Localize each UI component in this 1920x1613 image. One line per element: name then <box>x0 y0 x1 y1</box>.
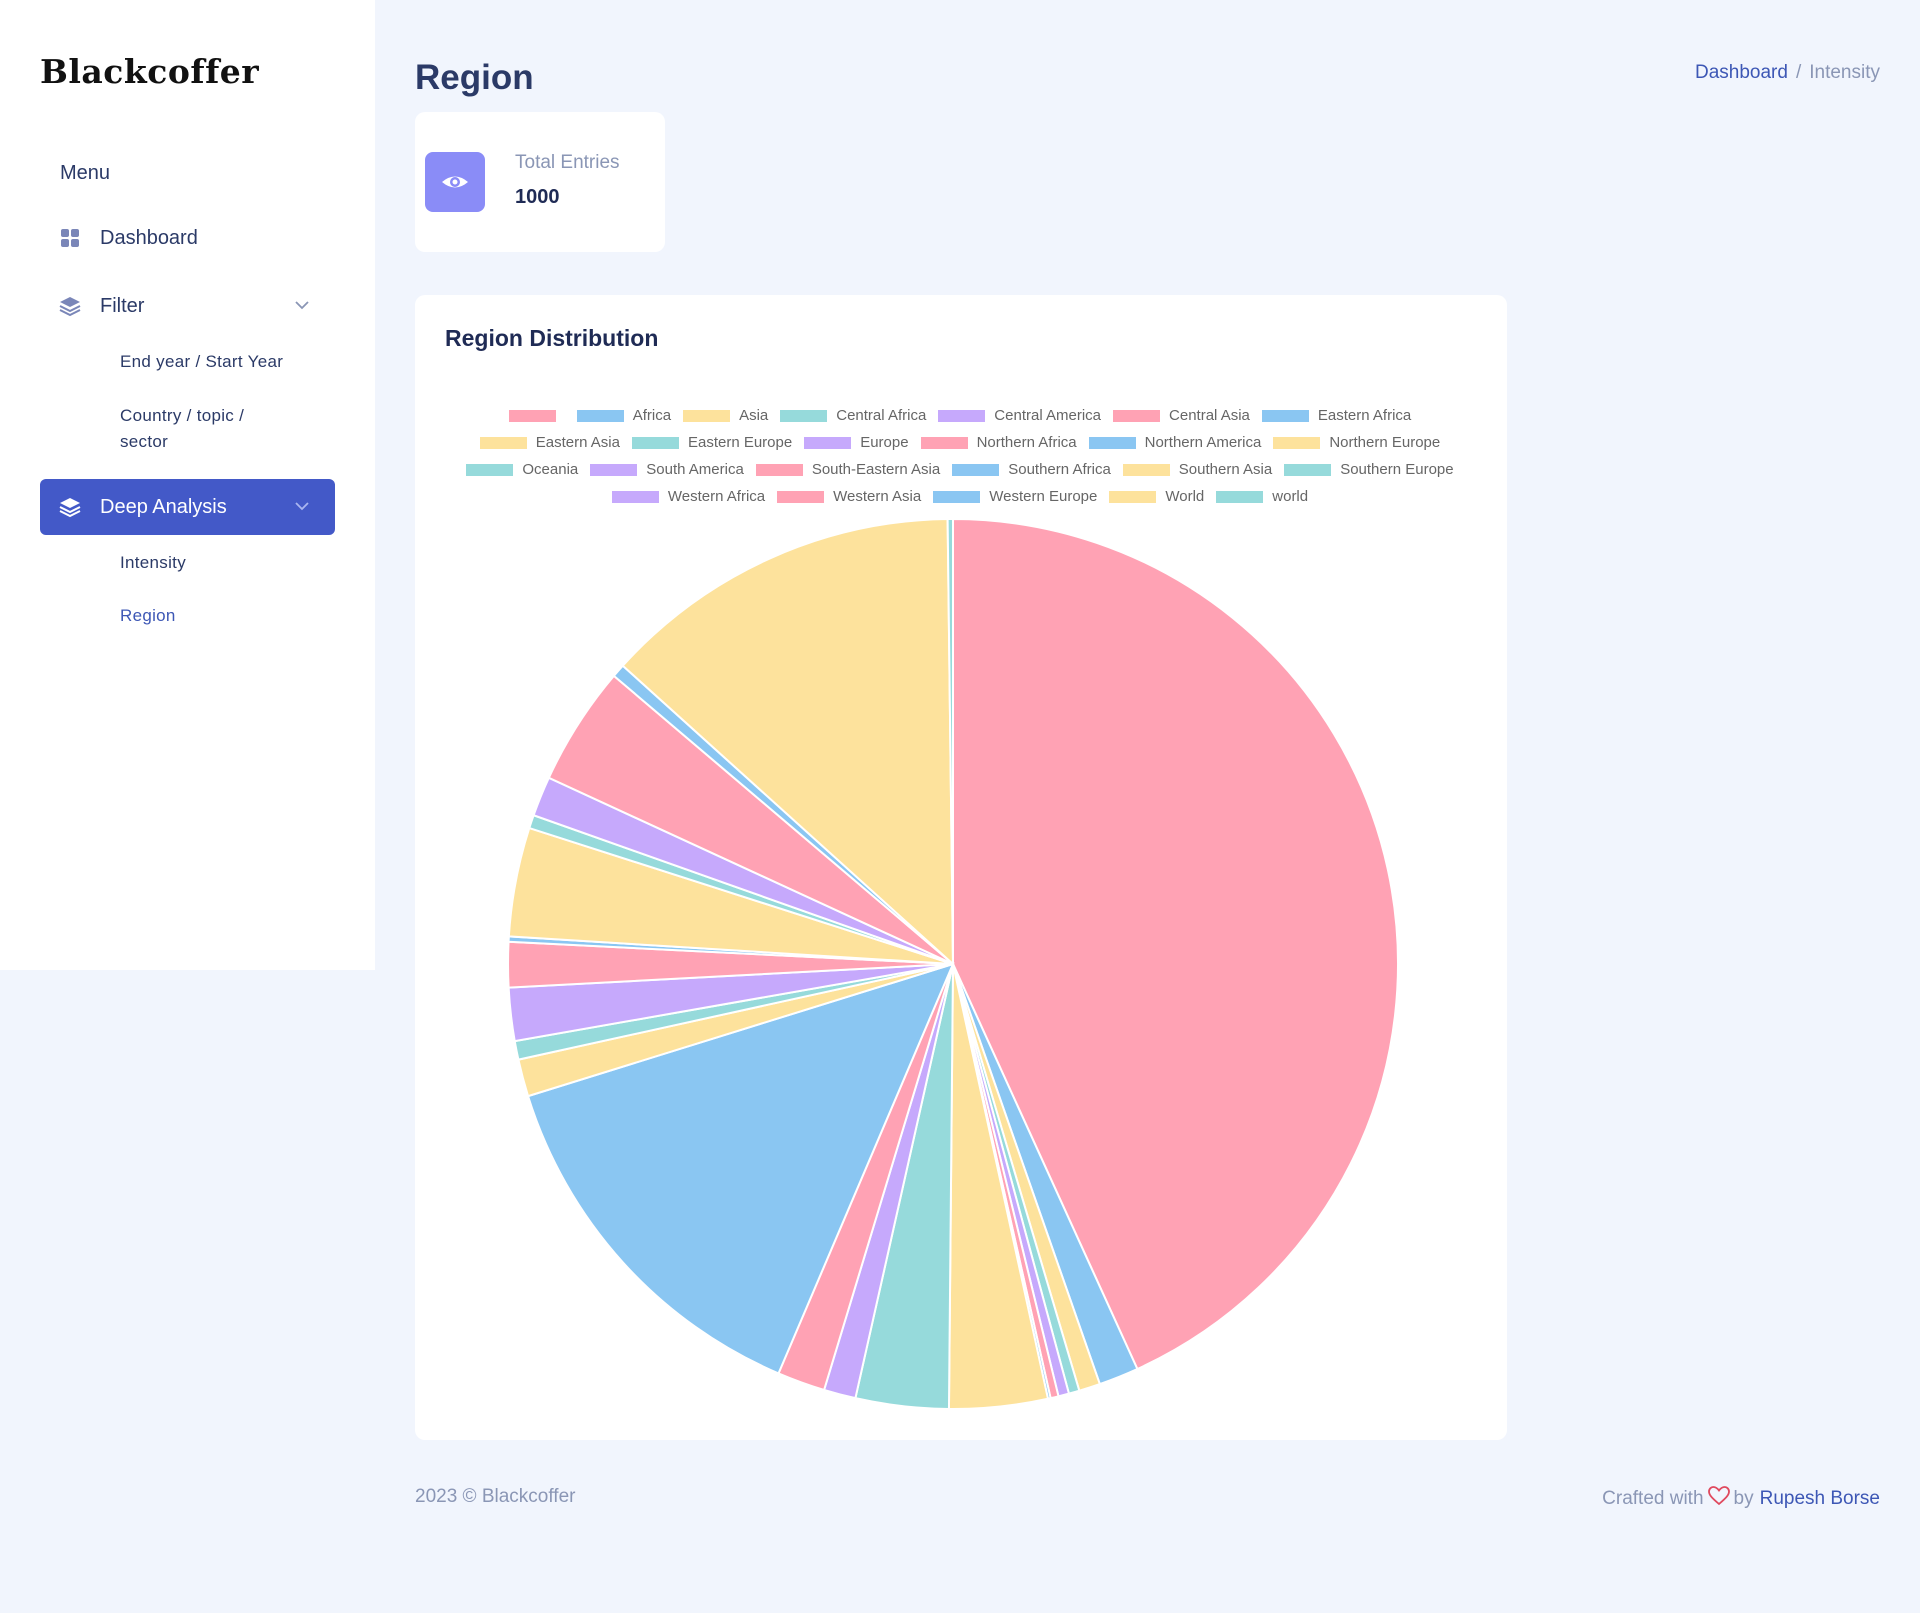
breadcrumb-current: Intensity <box>1809 62 1880 83</box>
sidebar-subitem-intensity[interactable]: Intensity <box>120 550 186 576</box>
total-entries-card: Total Entries 1000 <box>415 112 665 252</box>
footer-crafted-text: Crafted with <box>1602 1488 1704 1509</box>
sidebar-item-label: Filter <box>100 294 145 317</box>
region-distribution-card: Region Distribution Africa Asia Central Af… <box>415 295 1507 1440</box>
brand-logo[interactable]: Blackcoffer <box>40 52 259 91</box>
breadcrumb-dashboard[interactable]: Dashboard <box>1695 62 1788 83</box>
grid-icon <box>58 226 82 250</box>
footer-copyright: 2023 © Blackcoffer <box>415 1486 576 1507</box>
layers-icon <box>58 294 82 318</box>
sidebar-item-deep-analysis[interactable]: Deep Analysis <box>40 479 335 535</box>
chevron-down-icon <box>293 497 311 515</box>
sidebar-item-label: Dashboard <box>100 226 198 249</box>
pie-chart <box>507 517 1400 1410</box>
stat-label: Total Entries <box>515 152 620 173</box>
stat-value: 1000 <box>515 186 560 208</box>
sidebar-subitem-label: Country / topic / <box>120 406 245 425</box>
menu-label: Menu <box>60 162 111 184</box>
sidebar-subitem-country-topic[interactable]: Country / topic / sector <box>120 403 244 455</box>
sidebar-subitem-end-year[interactable]: End year / Start Year <box>120 349 283 375</box>
sidebar-subitem-label: sector <box>120 432 169 451</box>
layers-icon <box>58 495 82 519</box>
eye-icon <box>425 152 485 212</box>
page-title: Region <box>415 58 534 97</box>
sidebar-item-label: Deep Analysis <box>100 495 227 518</box>
footer-by-text: by <box>1733 1488 1754 1509</box>
breadcrumb-separator: / <box>1795 62 1802 83</box>
sidebar-item-dashboard[interactable]: Dashboard <box>40 210 335 266</box>
footer-author-link[interactable]: Rupesh Borse <box>1760 1488 1880 1510</box>
breadcrumb: Dashboard / Intensity <box>1695 62 1880 84</box>
sidebar: Blackcoffer Menu Dashboard Filter End ye… <box>0 0 375 970</box>
chevron-down-icon <box>293 296 311 314</box>
footer-credits: Crafted with by Rupesh Borse <box>1602 1486 1880 1512</box>
heart-icon <box>1707 1486 1730 1512</box>
sidebar-subitem-region[interactable]: Region <box>120 603 176 629</box>
sidebar-item-filter[interactable]: Filter <box>40 278 335 334</box>
